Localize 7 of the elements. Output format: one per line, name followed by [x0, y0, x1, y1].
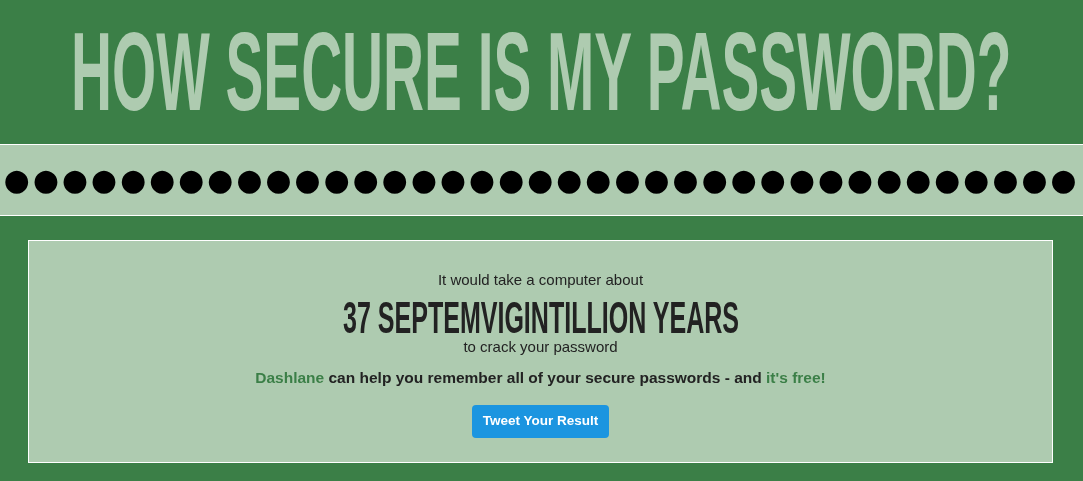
- password-field[interactable]: ●●●●●●●●●●●●●●●●●●●●●●●●●●●●●●●●●●●●●: [0, 144, 1083, 216]
- intro-text: It would take a computer about: [437, 270, 644, 290]
- promo-text: Dashlane can help you remember all of your secure passwords - and it's free!: [255, 368, 826, 388]
- promo-link[interactable]: Dashlane: [255, 369, 325, 386]
- promo-link[interactable]: it's free!: [766, 369, 826, 386]
- page-title: HOW SECURE IS MY PASSWORD?: [71, 15, 1012, 128]
- tweet-button[interactable]: Tweet Your Result: [471, 405, 610, 438]
